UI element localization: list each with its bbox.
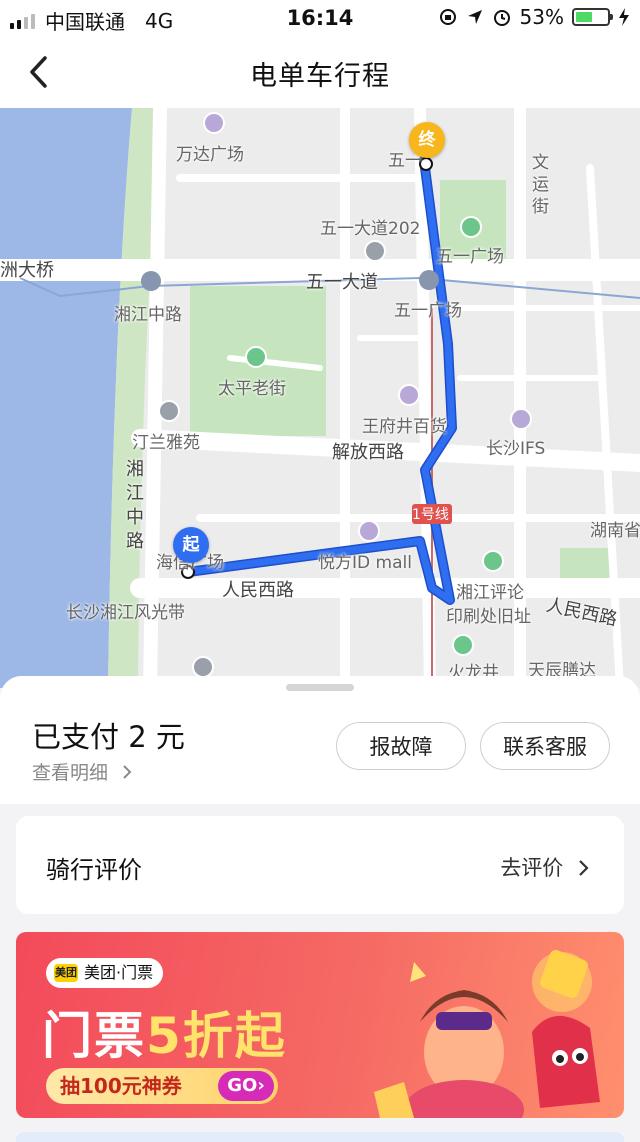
next-card-peek — [16, 1132, 624, 1142]
residence-marker-icon — [192, 656, 214, 678]
scenic-marker-icon — [482, 550, 504, 572]
ride-rating-card[interactable]: 骑行评价 去评价 — [16, 816, 624, 914]
promo-banner[interactable]: 美团 美团·门票 门票5折起 抽100元神券 GO› — [16, 932, 624, 1118]
end-pin: 终 — [409, 122, 445, 158]
contact-service-button[interactable]: 联系客服 — [480, 722, 610, 770]
park-marker-icon — [460, 216, 482, 238]
map-label: 洲大桥 — [0, 260, 54, 281]
map-label: 文运街 — [532, 153, 549, 217]
brand-tag: 美团 美团·门票 — [46, 958, 164, 988]
building-marker-icon — [364, 240, 386, 262]
start-pin: 起 — [173, 527, 209, 563]
mall-marker-icon — [203, 112, 225, 134]
meituan-logo-icon: 美团 — [54, 964, 78, 982]
paid-amount: 已支付 2 元 — [32, 720, 185, 754]
headline-main: 门票 — [42, 1007, 146, 1065]
go-button[interactable]: GO› — [218, 1071, 274, 1101]
chevron-right-icon — [579, 860, 589, 876]
chevron-right-icon — [123, 765, 132, 779]
map-label: 湘江中路 — [126, 459, 144, 552]
scenic-marker-icon — [245, 346, 267, 368]
drag-handle[interactable] — [286, 684, 354, 691]
residence-marker-icon — [158, 400, 180, 422]
orientation-lock-icon — [439, 9, 456, 25]
nav-bar: 电单车行程 — [0, 36, 640, 108]
coupon-label: 抽100元神券 — [60, 1074, 182, 1098]
mall-marker-icon — [398, 384, 420, 406]
map-label: 汀兰雅苑 — [132, 433, 200, 453]
map-label: 湖南省 — [590, 521, 640, 541]
view-details-label: 查看明细 — [32, 762, 109, 784]
map-label: 湘江评论 — [456, 583, 524, 603]
alarm-icon — [493, 10, 510, 26]
mall-marker-icon — [358, 520, 380, 542]
cartoon-character-illustration — [374, 950, 600, 1118]
location-icon — [467, 10, 482, 24]
go-rate-link[interactable]: 去评价 — [500, 852, 590, 882]
brand-label: 美团·门票 — [84, 963, 154, 982]
charging-icon — [619, 8, 629, 26]
view-details-link[interactable]: 查看明细 — [32, 758, 134, 785]
map-label: 五一大道 — [306, 272, 378, 293]
rating-title: 骑行评价 — [46, 856, 142, 884]
map-label: 万达广场 — [176, 145, 244, 165]
map-label: 五一广场 — [436, 247, 504, 267]
go-rate-label: 去评价 — [500, 856, 564, 880]
map-label: 湘江中路 — [114, 305, 182, 325]
metro-line-badge: 1号线 — [412, 507, 449, 523]
battery-fill — [576, 12, 592, 22]
trip-sheet: 已支付 2 元 查看明细 报故障 联系客服 骑行评价 去评价 美团 美团·门票 … — [0, 676, 640, 1142]
scenic-marker-icon — [452, 634, 474, 656]
battery-percent: 53% — [519, 5, 564, 29]
status-bar: 中国联通 4G 16:14 53% — [0, 0, 640, 36]
headline-accent: 5折起 — [146, 1007, 287, 1065]
route-map[interactable]: 万达广场 五一 文运街 五一大道202 五一广场 洲大桥 五一大道 湘江中路 五… — [0, 108, 640, 688]
map-label: 解放西路 — [332, 442, 404, 463]
battery-icon — [572, 8, 613, 26]
map-label: 太平老街 — [218, 379, 286, 399]
map-label: 人民西路 — [222, 580, 294, 601]
map-label: 印刷处旧址 — [446, 607, 531, 627]
map-label: 五一大道202 — [320, 219, 421, 239]
map-label: 五一广场 — [394, 301, 462, 321]
map-label: 悦方ID mall — [318, 553, 412, 573]
report-fault-button[interactable]: 报故障 — [336, 722, 466, 770]
trip-summary: 已支付 2 元 查看明细 报故障 联系客服 — [0, 676, 640, 804]
map-label: 长沙湘江风光带 — [66, 603, 185, 623]
status-right: 53% — [438, 5, 630, 29]
banner-headline: 门票5折起 — [42, 996, 287, 1068]
mall-marker-icon — [510, 408, 532, 430]
coupon-pill[interactable]: 抽100元神券 GO› — [46, 1068, 278, 1104]
page-title: 电单车行程 — [250, 61, 390, 92]
map-label: 王府井百货 — [362, 417, 447, 437]
map-label: 长沙IFS — [486, 439, 546, 459]
